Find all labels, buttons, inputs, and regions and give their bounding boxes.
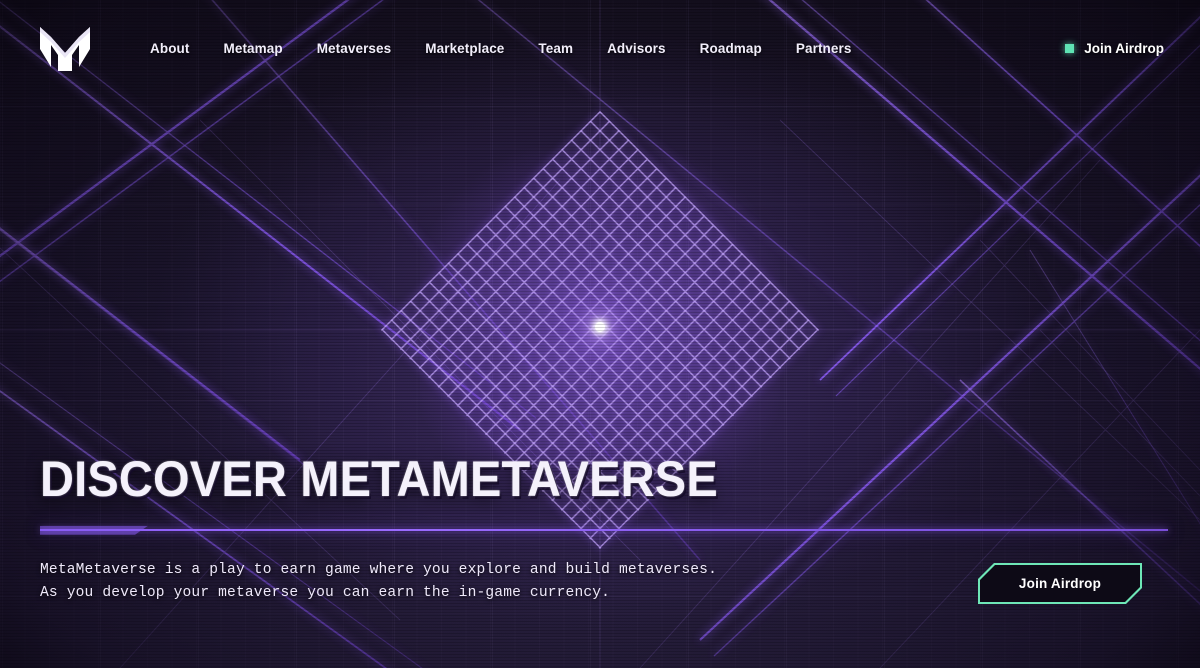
hero-divider-tab <box>40 525 148 535</box>
hero-bottom-row: MetaMetaverse is a play to earn game whe… <box>40 559 1168 606</box>
page-root: About Metamap Metaverses Marketplace Tea… <box>0 0 1200 668</box>
main-nav: About Metamap Metaverses Marketplace Tea… <box>150 41 851 56</box>
hero-section: DISCOVER METAMETAVERSE MetaMetaverse is … <box>40 454 1168 606</box>
nav-item-advisors[interactable]: Advisors <box>607 41 666 56</box>
page-title: DISCOVER METAMETAVERSE <box>40 450 718 507</box>
hero-description-line-2: As you develop your metaverse you can ea… <box>40 585 611 602</box>
header-join-airdrop-label: Join Airdrop <box>1084 40 1164 56</box>
status-square-icon <box>1065 43 1075 53</box>
glow-core-icon <box>595 322 605 332</box>
join-airdrop-button-label: Join Airdrop <box>1018 576 1102 591</box>
nav-item-about[interactable]: About <box>150 41 189 56</box>
nav-item-metaverses[interactable]: Metaverses <box>317 41 392 56</box>
nav-item-marketplace[interactable]: Marketplace <box>425 41 504 56</box>
nav-item-team[interactable]: Team <box>538 41 573 56</box>
hero-description: MetaMetaverse is a play to earn game whe… <box>40 559 717 606</box>
nav-item-roadmap[interactable]: Roadmap <box>700 41 762 56</box>
nav-item-metamap[interactable]: Metamap <box>223 41 282 56</box>
hero-divider <box>40 525 1168 535</box>
site-header: About Metamap Metaverses Marketplace Tea… <box>0 0 1200 96</box>
join-airdrop-button[interactable]: Join Airdrop <box>978 563 1142 604</box>
metametaverse-m-logo[interactable] <box>38 23 92 73</box>
hero-description-line-1: MetaMetaverse is a play to earn game whe… <box>40 561 717 578</box>
join-airdrop-button-face: Join Airdrop <box>980 565 1140 602</box>
hero-divider-line <box>40 528 1168 532</box>
nav-item-partners[interactable]: Partners <box>796 41 852 56</box>
header-join-airdrop-link[interactable]: Join Airdrop <box>1065 41 1164 56</box>
